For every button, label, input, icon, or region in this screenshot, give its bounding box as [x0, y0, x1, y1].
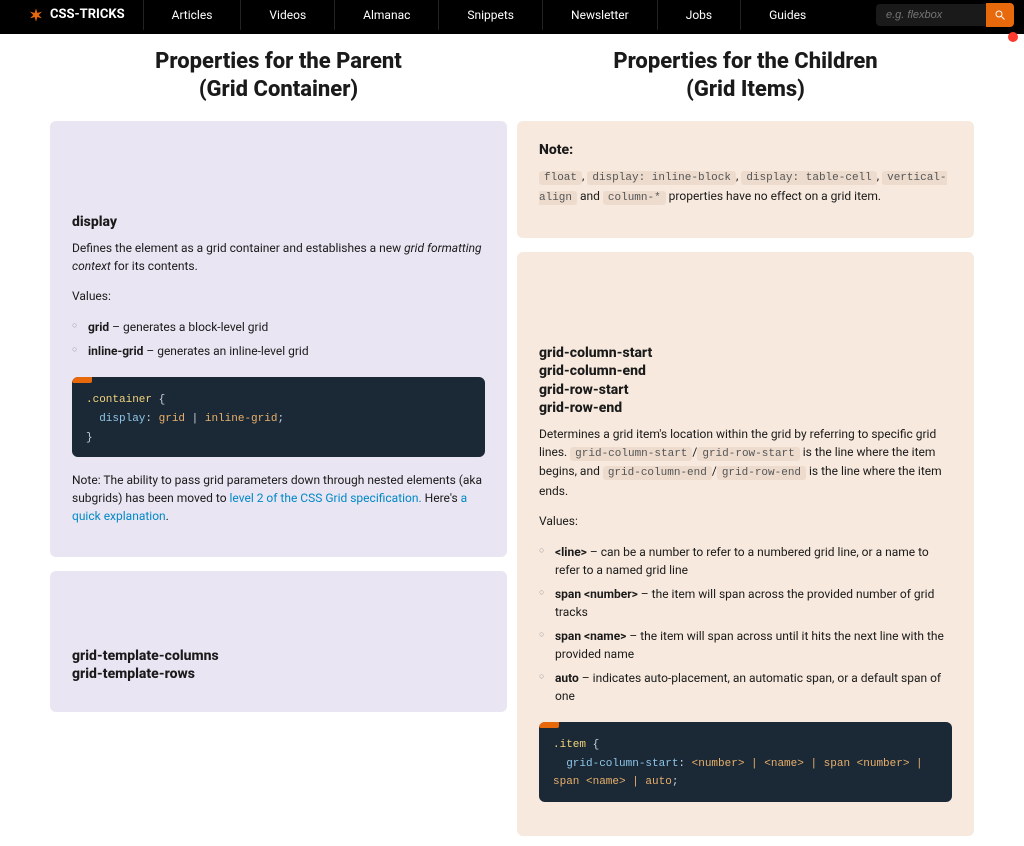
search-input[interactable]: [876, 4, 986, 26]
display-card: display Defines the element as a grid co…: [50, 121, 507, 557]
nav-almanac[interactable]: Almanac: [334, 0, 438, 30]
nav-videos[interactable]: Videos: [240, 0, 334, 30]
list-item: auto – indicates auto-placement, an auto…: [539, 666, 952, 708]
nav-guides[interactable]: Guides: [740, 0, 834, 30]
nav-snippets[interactable]: Snippets: [438, 0, 542, 30]
spec-link[interactable]: level 2 of the CSS Grid specification.: [230, 491, 422, 505]
left-column: Properties for the Parent(Grid Container…: [50, 42, 507, 846]
gc-values: <line> – can be a number to refer to a n…: [539, 540, 952, 708]
grid-column-card: grid-column-startgrid-column-endgrid-row…: [517, 252, 974, 836]
search-icon: [994, 9, 1006, 21]
notification-dot[interactable]: [1008, 32, 1018, 42]
note-heading: Note:: [539, 141, 952, 159]
star-icon: [28, 7, 44, 23]
children-title: Properties for the Children(Grid Items): [517, 48, 974, 103]
code-accent: [539, 722, 559, 728]
list-item: <line> – can be a number to refer to a n…: [539, 540, 952, 582]
display-values: grid – generates a block-level grid inli…: [72, 315, 485, 363]
nav-jobs[interactable]: Jobs: [657, 0, 740, 30]
right-column: Properties for the Children(Grid Items) …: [517, 42, 974, 846]
code-accent: [72, 377, 92, 383]
display-desc: Defines the element as a grid container …: [72, 239, 485, 275]
list-item: grid – generates a block-level grid: [72, 315, 485, 339]
grid-template-card: grid-template-columnsgrid-template-rows: [50, 571, 507, 711]
list-item: span <number> – the item will span acros…: [539, 582, 952, 624]
nav-newsletter[interactable]: Newsletter: [542, 0, 657, 30]
note-text: float, display: inline-block, display: t…: [539, 167, 952, 206]
nav-articles[interactable]: Articles: [143, 0, 241, 30]
prop-grid-template: grid-template-columnsgrid-template-rows: [72, 647, 485, 683]
search-button[interactable]: [986, 3, 1014, 27]
prop-grid-lines: grid-column-startgrid-column-endgrid-row…: [539, 344, 952, 417]
code-block: .item { grid-column-start: <number> | <n…: [539, 722, 952, 802]
logo-text: CSS-TRICKS: [50, 5, 125, 25]
parent-title: Properties for the Parent(Grid Container…: [50, 48, 507, 103]
gc-desc: Determines a grid item's location within…: [539, 425, 952, 500]
prop-display: display: [72, 213, 485, 231]
logo[interactable]: CSS-TRICKS: [10, 5, 143, 25]
display-note: Note: The ability to pass grid parameter…: [72, 471, 485, 525]
list-item: inline-grid – generates an inline-level …: [72, 339, 485, 363]
top-nav: CSS-TRICKS Articles Videos Almanac Snipp…: [0, 0, 1024, 30]
main-nav: Articles Videos Almanac Snippets Newslet…: [143, 0, 876, 30]
values-label: Values:: [72, 287, 485, 305]
list-item: span <name> – the item will span across …: [539, 624, 952, 666]
note-card: Note: float, display: inline-block, disp…: [517, 121, 974, 238]
code-block: .container { display: grid | inline-grid…: [72, 377, 485, 457]
search: [876, 3, 1014, 27]
values-label: Values:: [539, 512, 952, 530]
